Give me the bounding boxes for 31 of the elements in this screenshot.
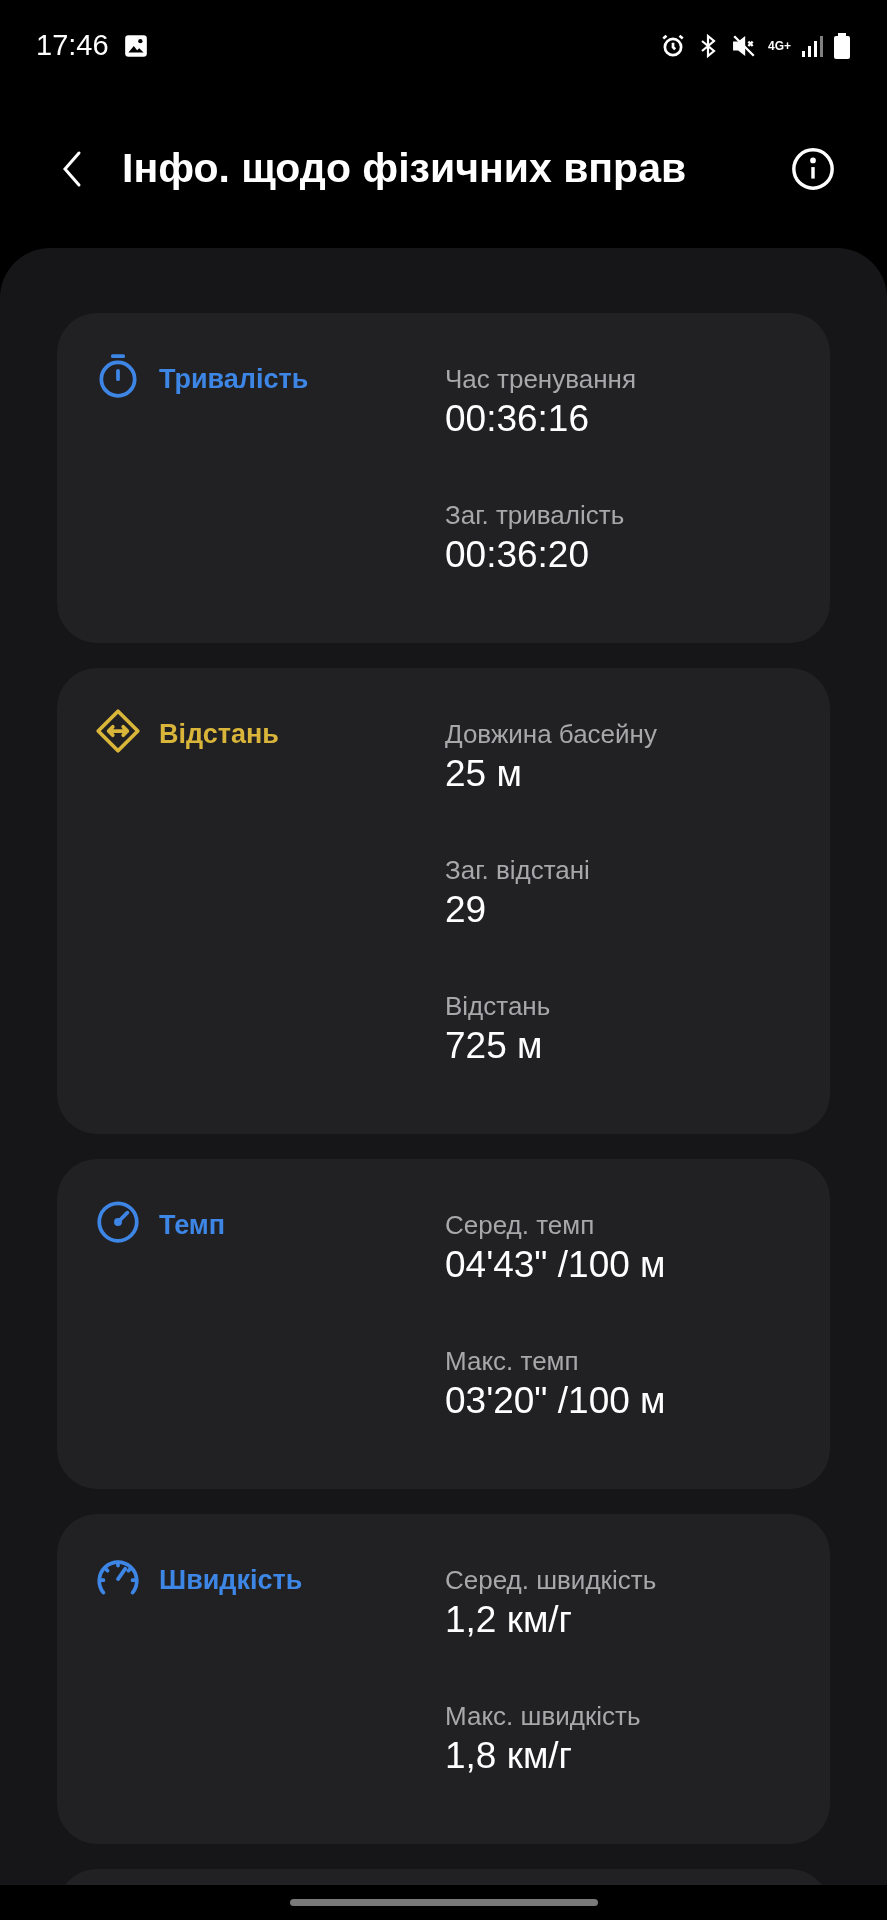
status-time: 17:46 bbox=[36, 28, 109, 64]
metric-value: 00:36:20 bbox=[445, 533, 591, 577]
network-type: 4G+ bbox=[768, 40, 791, 52]
metric-value: 29 bbox=[445, 888, 488, 932]
metric-label: Макс. швидкість bbox=[445, 1702, 642, 1730]
metric-value: 725 м bbox=[445, 1024, 544, 1068]
signal-icon bbox=[801, 34, 823, 58]
metric-label: Макс. темп bbox=[445, 1347, 580, 1375]
info-icon bbox=[790, 146, 836, 192]
section-title: Тривалість bbox=[159, 363, 309, 396]
metric-label: Заг. тривалість bbox=[445, 501, 626, 529]
metric-label: Серед. темп bbox=[445, 1211, 596, 1239]
metric-label: Час тренування bbox=[445, 365, 636, 393]
metric-value: 00:36:16 bbox=[445, 397, 591, 441]
metric-label: Серед. швидкість bbox=[445, 1566, 657, 1594]
metric-value: 04'43" /100 м bbox=[445, 1243, 666, 1287]
metric-label: Відстань bbox=[445, 992, 552, 1020]
metric-value: 1,2 км/г bbox=[445, 1598, 574, 1642]
section-title: Темп bbox=[159, 1209, 226, 1242]
image-icon bbox=[122, 33, 149, 59]
metric-value: 25 м bbox=[445, 752, 523, 796]
page-title: Інфо. щодо фізичних вправ bbox=[122, 144, 688, 194]
battery-icon bbox=[833, 32, 851, 60]
metric-label: Заг. відстані bbox=[445, 856, 591, 884]
metric-label: Довжина басейну bbox=[445, 720, 657, 748]
info-button[interactable] bbox=[789, 145, 837, 193]
section-title: Відстань bbox=[159, 718, 279, 751]
metric-value: 03'20" /100 м bbox=[445, 1379, 666, 1423]
metric-value: 1,8 км/г bbox=[445, 1734, 574, 1778]
alarm-icon bbox=[660, 33, 686, 59]
section-title: Швидкість bbox=[159, 1564, 303, 1597]
